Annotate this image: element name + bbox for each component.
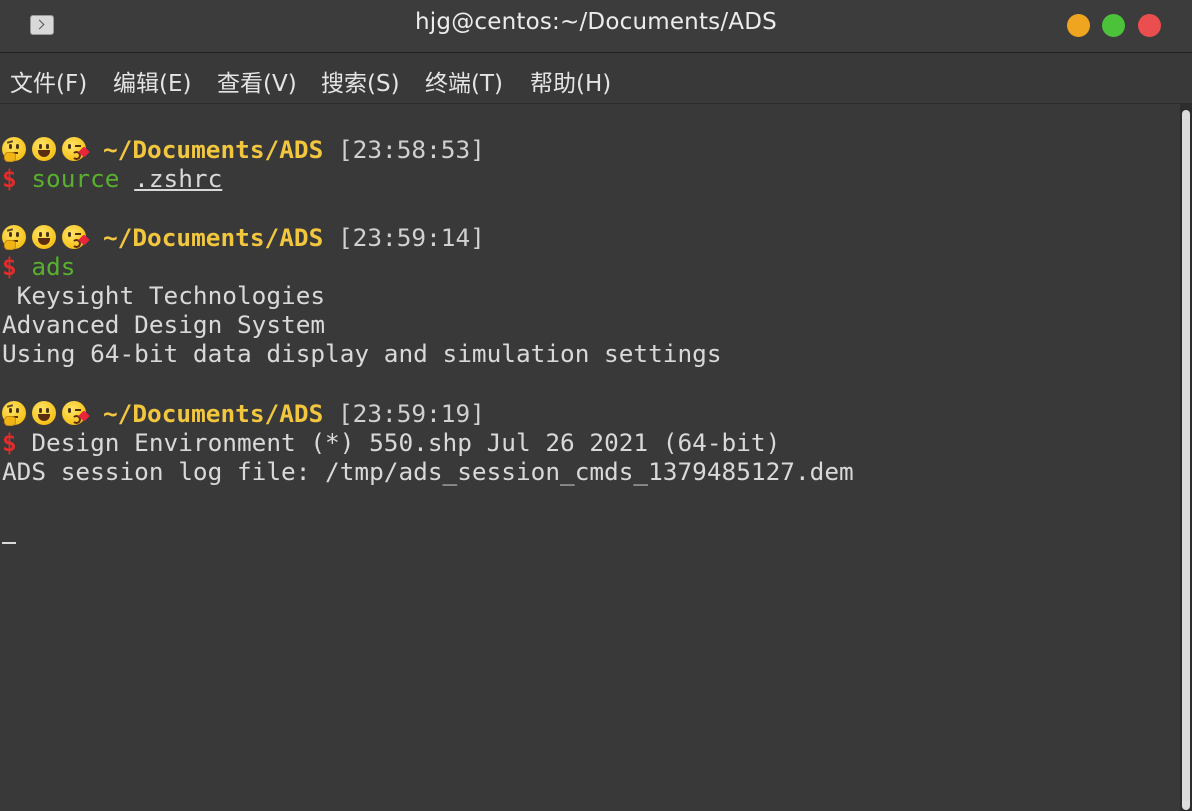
prompt-line: ~/Documents/ADS [23:59:14] bbox=[103, 223, 485, 252]
prompt-line: ~/Documents/ADS [23:59:19] bbox=[103, 399, 485, 428]
command-output-text: Design Environment (*) 550.shp Jul 26 20… bbox=[16, 428, 781, 457]
thinking-face-icon bbox=[2, 401, 26, 426]
menu-help[interactable]: 帮助(H) bbox=[530, 64, 611, 98]
prompt-emoji-group bbox=[2, 400, 92, 426]
menu-edit[interactable]: 编辑(E) bbox=[113, 64, 191, 98]
grinning-face-icon bbox=[32, 137, 56, 161]
prompt-emoji-group bbox=[2, 136, 92, 162]
prompt-path: ~/Documents/ADS bbox=[103, 223, 324, 252]
output-line: Keysight Technologies bbox=[2, 281, 326, 310]
thinking-face-icon bbox=[2, 137, 26, 162]
terminal-window: hjg@centos:~/Documents/ADS 文件(F) 编辑(E) 查… bbox=[0, 0, 1192, 811]
title-bar[interactable]: hjg@centos:~/Documents/ADS bbox=[0, 0, 1192, 53]
command-line: $ Design Environment (*) 550.shp Jul 26 … bbox=[2, 428, 780, 457]
prompt-timestamp: [23:58:53] bbox=[337, 135, 485, 164]
command-name: source bbox=[31, 164, 120, 193]
maximize-button[interactable] bbox=[1102, 14, 1125, 37]
scrollbar-thumb[interactable] bbox=[1182, 110, 1190, 810]
output-line: Advanced Design System bbox=[2, 310, 326, 339]
menu-terminal[interactable]: 终端(T) bbox=[425, 64, 503, 98]
vertical-scrollbar[interactable] bbox=[1180, 104, 1192, 811]
prompt-emoji-group bbox=[2, 224, 92, 250]
command-argument: .zshrc bbox=[134, 164, 223, 193]
grinning-face-icon bbox=[32, 225, 56, 249]
prompt-path: ~/Documents/ADS bbox=[103, 135, 324, 164]
close-button[interactable] bbox=[1138, 14, 1161, 37]
terminal-output[interactable]: ~/Documents/ADS [23:58:53] $ source .zsh… bbox=[0, 104, 1180, 811]
prompt-path: ~/Documents/ADS bbox=[103, 399, 324, 428]
prompt-symbol: $ bbox=[2, 164, 17, 193]
prompt-symbol: $ bbox=[2, 428, 17, 457]
grinning-face-icon bbox=[32, 401, 56, 425]
prompt-line: ~/Documents/ADS [23:58:53] bbox=[103, 135, 485, 164]
command-line: $ source .zshrc bbox=[2, 164, 222, 193]
menu-bar: 文件(F) 编辑(E) 查看(V) 搜索(S) 终端(T) 帮助(H) bbox=[0, 53, 1192, 104]
window-title: hjg@centos:~/Documents/ADS bbox=[415, 9, 777, 35]
text-cursor bbox=[2, 542, 16, 544]
command-name: ads bbox=[31, 252, 76, 281]
prompt-timestamp: [23:59:19] bbox=[337, 399, 485, 428]
output-line: ADS session log file: /tmp/ads_session_c… bbox=[2, 457, 854, 486]
thinking-face-icon bbox=[2, 225, 26, 250]
command-line: $ ads bbox=[2, 252, 75, 281]
output-line: Using 64-bit data display and simulation… bbox=[2, 339, 722, 368]
minimize-button[interactable] bbox=[1067, 14, 1090, 37]
menu-search[interactable]: 搜索(S) bbox=[321, 64, 400, 98]
menu-file[interactable]: 文件(F) bbox=[10, 64, 87, 98]
menu-view[interactable]: 查看(V) bbox=[217, 64, 297, 98]
kissing-heart-face-icon bbox=[62, 225, 90, 249]
kissing-heart-face-icon bbox=[62, 137, 90, 161]
prompt-timestamp: [23:59:14] bbox=[337, 223, 485, 252]
prompt-symbol: $ bbox=[2, 252, 17, 281]
kissing-heart-face-icon bbox=[62, 401, 90, 425]
